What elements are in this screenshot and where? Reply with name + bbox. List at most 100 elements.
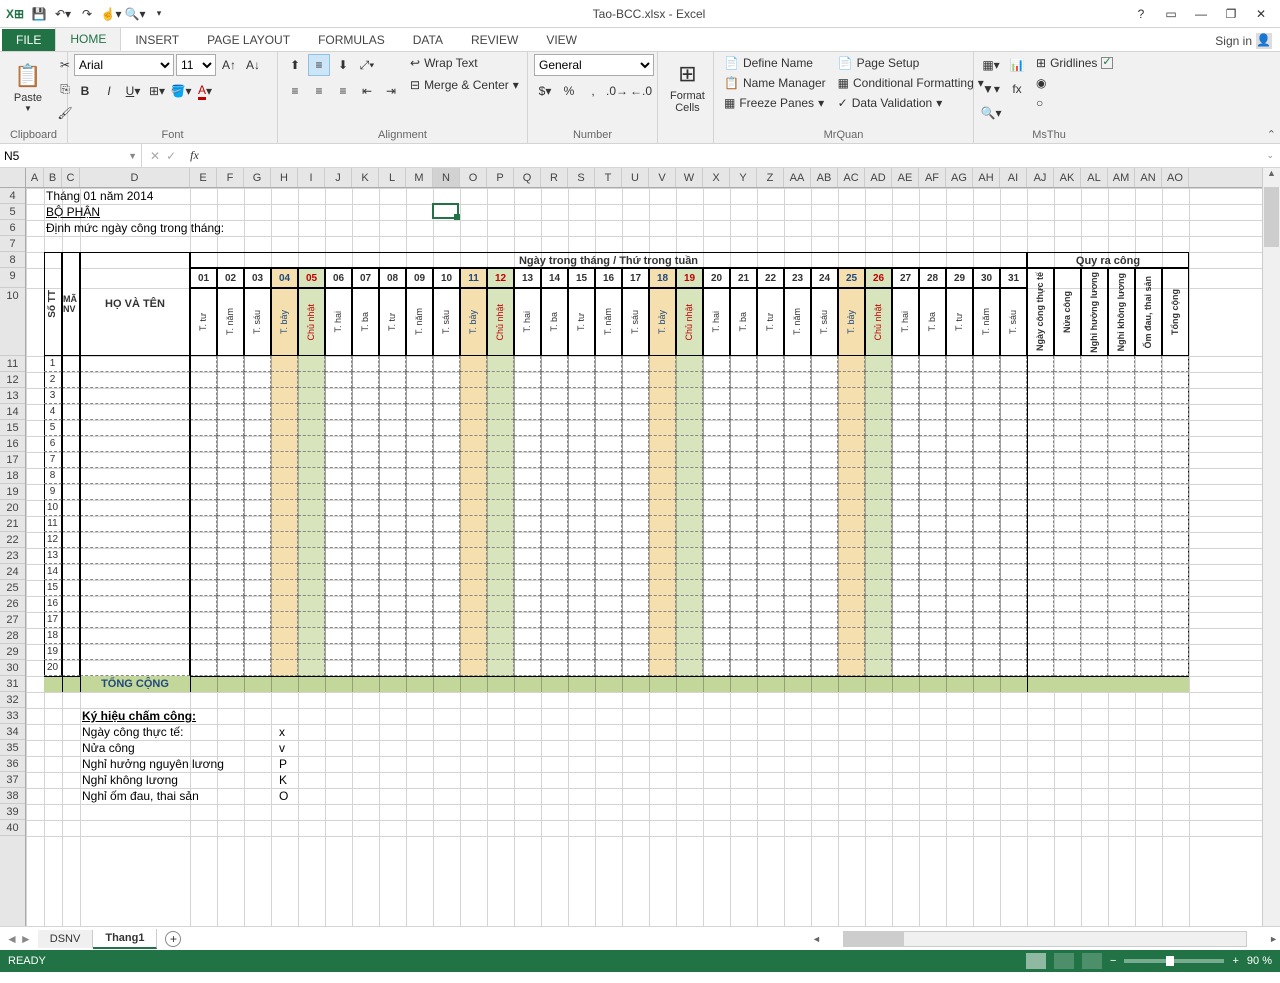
underline-button[interactable]: U▾ — [122, 80, 144, 102]
chart-icon[interactable]: 📊 — [1006, 54, 1028, 76]
cancel-formula-icon[interactable]: ✕ — [150, 149, 160, 163]
column-header[interactable]: AG — [946, 168, 973, 187]
orientation-icon[interactable]: ⤢▾ — [356, 54, 378, 76]
accept-formula-icon[interactable]: ✓ — [166, 149, 176, 163]
radio2[interactable]: ○ — [1032, 94, 1117, 112]
help-icon[interactable]: ? — [1128, 4, 1154, 24]
zoom-slider[interactable] — [1124, 959, 1224, 963]
save-icon[interactable]: 💾 — [28, 3, 50, 25]
align-left-icon[interactable]: ≡ — [284, 80, 306, 102]
filter-icon[interactable]: ▼▾ — [980, 78, 1002, 100]
percent-format-icon[interactable]: % — [558, 80, 580, 102]
table-icon[interactable]: ▦▾ — [980, 54, 1002, 76]
hscroll-thumb[interactable] — [844, 932, 904, 946]
column-header[interactable]: AA — [784, 168, 811, 187]
sheet-nav-first-icon[interactable]: ◄ — [6, 932, 18, 946]
column-header[interactable]: Q — [514, 168, 541, 187]
qat-customize-icon[interactable]: ▾ — [148, 3, 170, 25]
grid-body[interactable]: Tháng 01 năm 2014BỘ PHẬNĐịnh mức ngày cô… — [26, 188, 1262, 926]
conditional-formatting-button[interactable]: ▦Conditional Formatting▾ — [834, 74, 988, 92]
row-header[interactable]: 10 — [0, 288, 25, 356]
data-validation-button[interactable]: ✓Data Validation▾ — [834, 94, 988, 112]
select-all-corner[interactable] — [0, 168, 26, 188]
row-header[interactable]: 33 — [0, 708, 25, 724]
tab-home[interactable]: HOME — [55, 27, 121, 51]
row-headers[interactable]: 4567891011121314151617181920212223242526… — [0, 188, 26, 926]
column-header[interactable]: I — [298, 168, 325, 187]
vscroll-thumb[interactable] — [1264, 187, 1279, 247]
normal-view-icon[interactable] — [1026, 953, 1046, 969]
row-header[interactable]: 35 — [0, 740, 25, 756]
column-header[interactable]: AC — [838, 168, 865, 187]
number-format-select[interactable]: General — [534, 54, 654, 76]
decrease-font-icon[interactable]: A↓ — [242, 54, 264, 76]
excel-icon[interactable]: X⊞ — [4, 3, 26, 25]
vertical-scrollbar[interactable]: ▲ — [1262, 168, 1280, 926]
row-header[interactable]: 32 — [0, 692, 25, 708]
column-header[interactable]: P — [487, 168, 514, 187]
row-header[interactable]: 36 — [0, 756, 25, 772]
paste-button[interactable]: 📋 Paste ▼ — [6, 54, 50, 118]
column-header[interactable]: AD — [865, 168, 892, 187]
row-header[interactable]: 15 — [0, 420, 25, 436]
column-header[interactable]: W — [676, 168, 703, 187]
sheet-tab-thang1[interactable]: Thang1 — [93, 929, 157, 949]
row-header[interactable]: 4 — [0, 188, 25, 204]
font-name-select[interactable]: Arial — [74, 54, 174, 76]
row-header[interactable]: 11 — [0, 356, 25, 372]
row-header[interactable]: 12 — [0, 372, 25, 388]
wrap-text-button[interactable]: ↩Wrap Text — [406, 54, 523, 72]
row-header[interactable]: 8 — [0, 252, 25, 268]
add-sheet-button[interactable]: + — [157, 931, 189, 947]
row-header[interactable]: 6 — [0, 220, 25, 236]
column-header[interactable]: AH — [973, 168, 1000, 187]
row-header[interactable]: 39 — [0, 804, 25, 820]
formula-input[interactable] — [205, 149, 1261, 163]
find-icon[interactable]: 🔍▾ — [980, 102, 1002, 124]
zoom-out-button[interactable]: − — [1110, 955, 1116, 967]
sign-in[interactable]: Sign in👤 — [1207, 31, 1280, 51]
column-header[interactable]: Z — [757, 168, 784, 187]
row-header[interactable]: 30 — [0, 660, 25, 676]
increase-decimal-icon[interactable]: .0→ — [606, 80, 628, 102]
zoom-thumb[interactable] — [1166, 956, 1174, 966]
column-header[interactable]: Y — [730, 168, 757, 187]
column-header[interactable]: X — [703, 168, 730, 187]
page-layout-view-icon[interactable] — [1054, 953, 1074, 969]
tab-file[interactable]: FILE — [2, 29, 55, 51]
name-box[interactable]: ▼ — [0, 144, 142, 167]
close-button[interactable]: ✕ — [1248, 4, 1274, 24]
column-headers[interactable]: ABCDEFGHIJKLMNOPQRSTUVWXYZAAABACADAEAFAG… — [26, 168, 1262, 188]
column-header[interactable]: AN — [1135, 168, 1162, 187]
column-header[interactable]: AE — [892, 168, 919, 187]
column-header[interactable]: H — [271, 168, 298, 187]
row-header[interactable]: 21 — [0, 516, 25, 532]
function-icon[interactable]: fx — [1006, 78, 1028, 100]
fx-icon[interactable]: fx — [184, 148, 205, 163]
column-header[interactable]: AB — [811, 168, 838, 187]
row-header[interactable]: 28 — [0, 628, 25, 644]
redo-icon[interactable]: ↷ — [76, 3, 98, 25]
gridlines-toggle[interactable]: ⊞Gridlines — [1032, 54, 1117, 72]
accounting-format-icon[interactable]: $▾ — [534, 80, 556, 102]
border-button[interactable]: ⊞▾ — [146, 80, 168, 102]
page-break-view-icon[interactable] — [1082, 953, 1102, 969]
row-header[interactable]: 31 — [0, 676, 25, 692]
row-header[interactable]: 27 — [0, 612, 25, 628]
column-header[interactable]: V — [649, 168, 676, 187]
row-header[interactable]: 17 — [0, 452, 25, 468]
tab-review[interactable]: REVIEW — [457, 29, 532, 51]
row-header[interactable]: 26 — [0, 596, 25, 612]
name-manager-button[interactable]: 📋Name Manager — [720, 74, 830, 92]
hscroll-right-icon[interactable]: ► — [1267, 934, 1280, 944]
increase-font-icon[interactable]: A↑ — [218, 54, 240, 76]
column-header[interactable]: AL — [1081, 168, 1108, 187]
row-header[interactable]: 34 — [0, 724, 25, 740]
row-header[interactable]: 18 — [0, 468, 25, 484]
italic-button[interactable]: I — [98, 80, 120, 102]
row-header[interactable]: 16 — [0, 436, 25, 452]
column-header[interactable]: AO — [1162, 168, 1189, 187]
column-header[interactable]: J — [325, 168, 352, 187]
column-header[interactable]: C — [62, 168, 80, 187]
zoom-level[interactable]: 90 % — [1247, 955, 1272, 967]
